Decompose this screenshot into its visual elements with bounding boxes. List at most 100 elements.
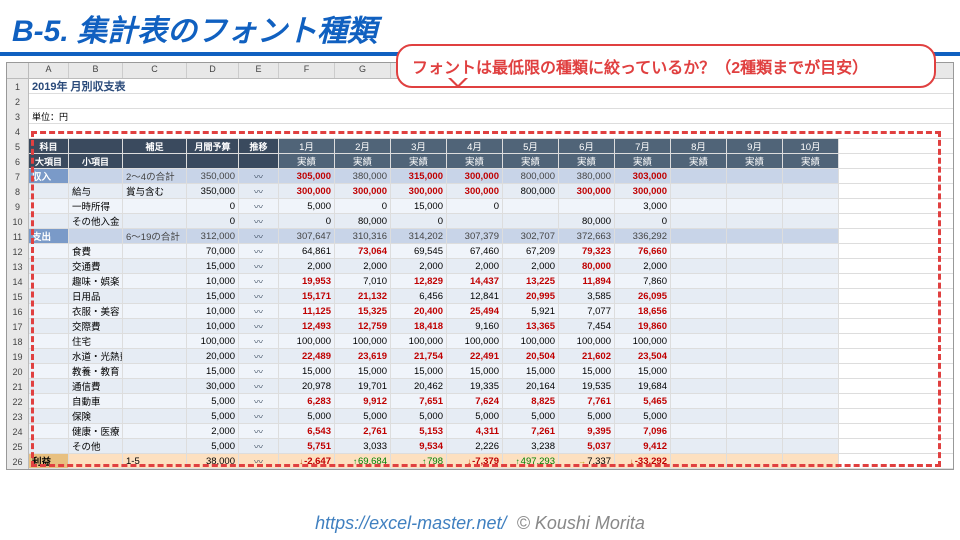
val-cell[interactable] (783, 229, 839, 243)
val-cell[interactable] (783, 169, 839, 183)
sub-cell[interactable]: 通信費 (69, 379, 123, 393)
val-cell[interactable] (671, 184, 727, 198)
budget-cell[interactable]: 312,000 (187, 229, 239, 243)
profit-val[interactable]: ↓-7,379 (447, 454, 503, 468)
hdr-actual[interactable]: 実績 (615, 154, 671, 168)
note-cell[interactable] (123, 214, 187, 228)
val-cell[interactable]: 315,000 (391, 169, 447, 183)
val-cell[interactable]: 5,465 (615, 394, 671, 408)
note-cell[interactable] (123, 334, 187, 348)
val-cell[interactable]: 2,000 (391, 259, 447, 273)
hdr-actual[interactable]: 実績 (727, 154, 783, 168)
hdr-sub[interactable]: 小項目 (69, 154, 123, 168)
val-cell[interactable]: 12,841 (447, 289, 503, 303)
val-cell[interactable]: 7,096 (615, 424, 671, 438)
budget-cell[interactable]: 70,000 (187, 244, 239, 258)
val-cell[interactable]: 2,226 (447, 439, 503, 453)
row-header-22[interactable]: 22 (7, 394, 29, 409)
val-cell[interactable]: 25,494 (447, 304, 503, 318)
val-cell[interactable] (783, 394, 839, 408)
blank[interactable] (29, 124, 929, 138)
spark-cell[interactable]: 〰 (239, 304, 279, 318)
val-cell[interactable] (783, 304, 839, 318)
val-cell[interactable]: 15,000 (391, 199, 447, 213)
val-cell[interactable]: 9,912 (335, 394, 391, 408)
val-cell[interactable]: 5,000 (279, 409, 335, 423)
val-cell[interactable]: 80,000 (335, 214, 391, 228)
budget-cell[interactable]: 20,000 (187, 349, 239, 363)
val-cell[interactable] (671, 319, 727, 333)
val-cell[interactable] (727, 184, 783, 198)
sub-cell[interactable]: 教養・教育 (69, 364, 123, 378)
val-cell[interactable] (671, 274, 727, 288)
val-cell[interactable]: 0 (615, 214, 671, 228)
[interactable] (69, 454, 123, 468)
main-cell[interactable] (29, 424, 69, 438)
val-cell[interactable]: 6,543 (279, 424, 335, 438)
main-cell[interactable] (29, 409, 69, 423)
profit-val[interactable] (727, 454, 783, 468)
val-cell[interactable]: 305,000 (279, 169, 335, 183)
val-cell[interactable] (783, 274, 839, 288)
val-cell[interactable]: 79,323 (559, 244, 615, 258)
sub-cell[interactable]: 健康・医療 (69, 424, 123, 438)
note-cell[interactable] (123, 259, 187, 273)
val-cell[interactable]: 800,000 (503, 184, 559, 198)
row-header-3[interactable]: 3 (7, 109, 29, 124)
spark-cell[interactable]: 〰 (239, 184, 279, 198)
val-cell[interactable]: 0 (391, 214, 447, 228)
sub-cell[interactable]: 日用品 (69, 289, 123, 303)
val-cell[interactable]: 5,000 (279, 199, 335, 213)
profit-val[interactable]: ↓-2,647 (279, 454, 335, 468)
row-header-10[interactable]: 10 (7, 214, 29, 229)
val-cell[interactable]: 21,602 (559, 349, 615, 363)
[interactable] (239, 154, 279, 168)
val-cell[interactable] (671, 259, 727, 273)
val-cell[interactable]: 3,238 (503, 439, 559, 453)
val-cell[interactable] (671, 394, 727, 408)
val-cell[interactable] (783, 244, 839, 258)
val-cell[interactable]: 100,000 (335, 334, 391, 348)
spark-cell[interactable]: 〰 (239, 394, 279, 408)
unit-label[interactable]: 単位：円 (29, 109, 229, 123)
sub-cell[interactable]: 一時所得 (69, 199, 123, 213)
val-cell[interactable] (783, 349, 839, 363)
profit-label[interactable]: 利益 (29, 454, 69, 468)
spark-cell[interactable]: 〰 (239, 229, 279, 243)
budget-cell[interactable]: 0 (187, 199, 239, 213)
val-cell[interactable]: 7,454 (559, 319, 615, 333)
spark-cell[interactable]: 〰 (239, 199, 279, 213)
val-cell[interactable]: 2,000 (503, 259, 559, 273)
val-cell[interactable]: 20,164 (503, 379, 559, 393)
val-cell[interactable]: 303,000 (615, 169, 671, 183)
val-cell[interactable]: 7,651 (391, 394, 447, 408)
val-cell[interactable]: 307,647 (279, 229, 335, 243)
note-cell[interactable] (123, 319, 187, 333)
footer-link[interactable]: https://excel-master.net/ (315, 513, 506, 533)
val-cell[interactable] (783, 409, 839, 423)
val-cell[interactable]: 23,619 (335, 349, 391, 363)
row-header-5[interactable]: 5 (7, 139, 29, 154)
row-header-15[interactable]: 15 (7, 289, 29, 304)
val-cell[interactable]: 9,412 (615, 439, 671, 453)
budget-cell[interactable]: 5,000 (187, 439, 239, 453)
row-header-21[interactable]: 21 (7, 379, 29, 394)
val-cell[interactable]: 7,010 (335, 274, 391, 288)
row-header-7[interactable]: 7 (7, 169, 29, 184)
val-cell[interactable]: 380,000 (335, 169, 391, 183)
hdr-actual[interactable]: 実績 (783, 154, 839, 168)
val-cell[interactable]: 19,684 (615, 379, 671, 393)
[interactable] (123, 154, 187, 168)
[interactable] (69, 139, 123, 153)
main-cell[interactable] (29, 304, 69, 318)
row-header-1[interactable]: 1 (7, 79, 29, 94)
val-cell[interactable] (671, 229, 727, 243)
note-cell[interactable]: 2〜4の合計 (123, 169, 187, 183)
hdr-actual[interactable]: 実績 (279, 154, 335, 168)
sub-cell[interactable]: 食費 (69, 244, 123, 258)
val-cell[interactable]: 80,000 (559, 259, 615, 273)
val-cell[interactable]: 15,000 (503, 364, 559, 378)
spark-cell[interactable]: 〰 (239, 319, 279, 333)
budget-cell[interactable]: 5,000 (187, 394, 239, 408)
hdr-month-5月[interactable]: 5月 (503, 139, 559, 153)
